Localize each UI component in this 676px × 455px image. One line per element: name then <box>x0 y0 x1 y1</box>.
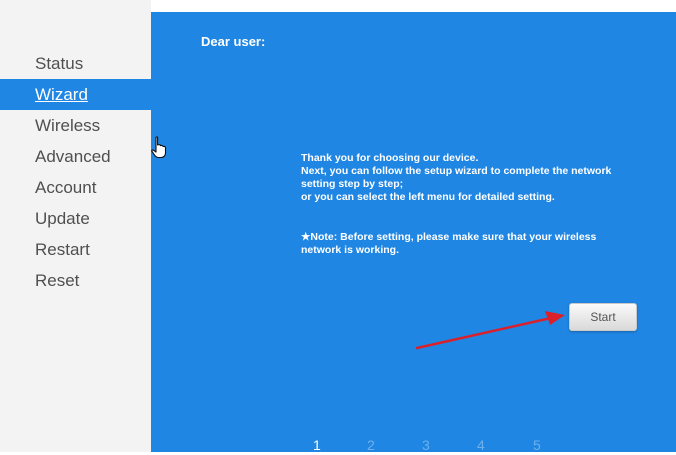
step-2[interactable]: 2 <box>367 437 375 453</box>
sidebar-item-restart[interactable]: Restart <box>0 234 151 265</box>
greeting: Dear user: <box>201 34 266 49</box>
step-4[interactable]: 4 <box>477 437 485 453</box>
step-3[interactable]: 3 <box>422 437 430 453</box>
sidebar-item-reset[interactable]: Reset <box>0 265 151 296</box>
message-line: Thank you for choosing our device. <box>301 152 479 164</box>
setup-note: ★Note: Before setting, please make sure … <box>301 231 597 256</box>
wizard-panel: Dear user: Thank you for choosing our de… <box>151 12 676 455</box>
sidebar-item-status[interactable]: Status <box>0 48 151 79</box>
sidebar-item-wizard[interactable]: Wizard <box>0 79 151 110</box>
step-5[interactable]: 5 <box>533 437 541 453</box>
red-arrow-icon <box>415 311 565 350</box>
step-indicator: 1 2 3 4 5 <box>301 437 561 455</box>
start-button[interactable]: Start <box>569 303 637 331</box>
hand-pointer-icon <box>151 136 167 159</box>
sidebar-item-wireless[interactable]: Wireless <box>0 110 151 141</box>
welcome-message: Thank you for choosing our device. Next,… <box>301 152 631 204</box>
sidebar-menu: Status Wizard Wireless Advanced Account … <box>0 48 151 296</box>
message-line: Next, you can follow the setup wizard to… <box>301 165 612 190</box>
sidebar-item-account[interactable]: Account <box>0 172 151 203</box>
step-1[interactable]: 1 <box>313 437 321 453</box>
message-line: or you can select the left menu for deta… <box>301 191 555 203</box>
sidebar-item-update[interactable]: Update <box>0 203 151 234</box>
sidebar-item-advanced[interactable]: Advanced <box>0 141 151 172</box>
sidebar: Status Wizard Wireless Advanced Account … <box>0 0 151 452</box>
